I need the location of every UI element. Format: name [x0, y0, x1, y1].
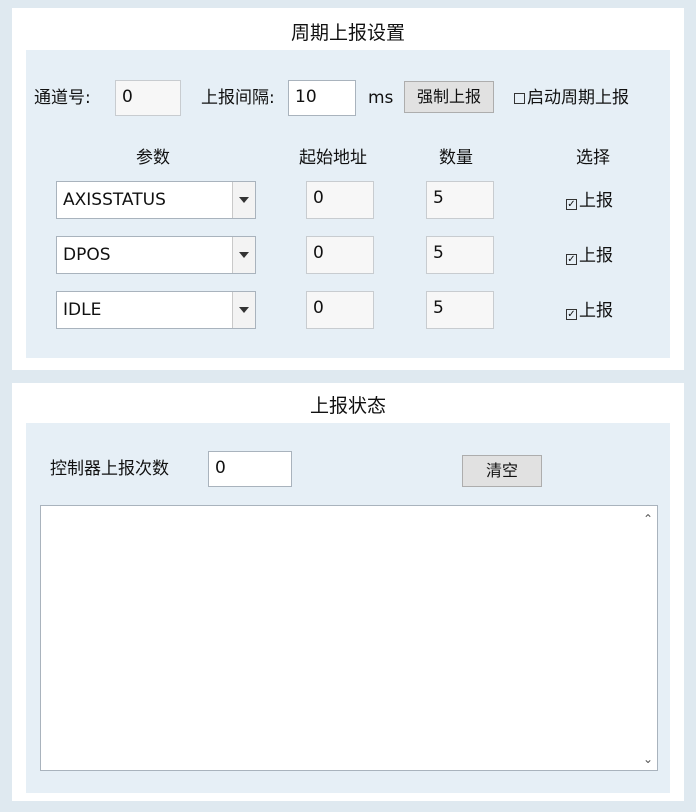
report-checkbox[interactable]: ✓ 上报 [566, 299, 613, 323]
report-status-title: 上报状态 [309, 395, 386, 417]
log-scrollbar[interactable]: ⌃ ⌄ [639, 506, 657, 770]
report-checkbox[interactable]: ✓ 上报 [566, 189, 613, 213]
interval-input[interactable]: 10 [288, 80, 356, 116]
clear-button[interactable]: 清空 [462, 455, 542, 487]
checkbox-icon: ✓ [566, 199, 577, 210]
interval-unit: ms [368, 88, 394, 108]
scroll-up-icon[interactable]: ⌃ [639, 512, 657, 526]
report-label: 上报 [579, 301, 613, 321]
scroll-down-icon[interactable]: ⌄ [639, 752, 657, 766]
count-input[interactable]: 5 [426, 236, 494, 274]
enable-periodic-checkbox[interactable]: 启动周期上报 [514, 86, 629, 110]
enable-periodic-label: 启动周期上报 [527, 88, 629, 108]
param-value: IDLE [63, 300, 102, 320]
param-combo[interactable]: DPOS [56, 236, 256, 274]
chevron-down-icon[interactable] [232, 237, 255, 273]
report-label: 上报 [579, 246, 613, 266]
header-param: 参数 [136, 148, 170, 168]
chevron-down-icon[interactable] [232, 292, 255, 328]
channel-label: 通道号: [34, 88, 91, 108]
count-input[interactable]: 5 [426, 181, 494, 219]
report-count-input[interactable]: 0 [208, 451, 292, 487]
param-combo[interactable]: IDLE [56, 291, 256, 329]
force-report-button[interactable]: 强制上报 [404, 81, 494, 113]
address-input[interactable]: 0 [306, 181, 374, 219]
address-input[interactable]: 0 [306, 236, 374, 274]
checkbox-icon [514, 93, 525, 104]
periodic-settings-panel: 周期上报设置 通道号: 0 上报间隔: 10 ms 强制上报 启动周期上报 参数… [12, 8, 684, 370]
chevron-down-icon[interactable] [232, 182, 255, 218]
report-label: 上报 [579, 191, 613, 211]
checkbox-icon: ✓ [566, 254, 577, 265]
interval-label: 上报间隔: [201, 88, 275, 108]
report-checkbox[interactable]: ✓ 上报 [566, 244, 613, 268]
report-log-area[interactable]: ⌃ ⌄ [40, 505, 658, 771]
report-status-body: 控制器上报次数 0 清空 ⌃ ⌄ [26, 423, 670, 793]
checkbox-icon: ✓ [566, 309, 577, 320]
param-value: DPOS [63, 245, 111, 265]
header-count: 数量 [439, 148, 473, 168]
report-count-label: 控制器上报次数 [50, 459, 169, 479]
header-address: 起始地址 [299, 148, 367, 168]
header-select: 选择 [576, 148, 610, 168]
address-input[interactable]: 0 [306, 291, 374, 329]
param-value: AXISSTATUS [63, 190, 166, 210]
report-status-panel: 上报状态 控制器上报次数 0 清空 ⌃ ⌄ [12, 383, 684, 801]
param-combo[interactable]: AXISSTATUS [56, 181, 256, 219]
periodic-settings-body: 通道号: 0 上报间隔: 10 ms 强制上报 启动周期上报 参数 起始地址 数… [26, 50, 670, 358]
periodic-settings-title: 周期上报设置 [290, 22, 405, 44]
channel-input[interactable]: 0 [115, 80, 181, 116]
count-input[interactable]: 5 [426, 291, 494, 329]
